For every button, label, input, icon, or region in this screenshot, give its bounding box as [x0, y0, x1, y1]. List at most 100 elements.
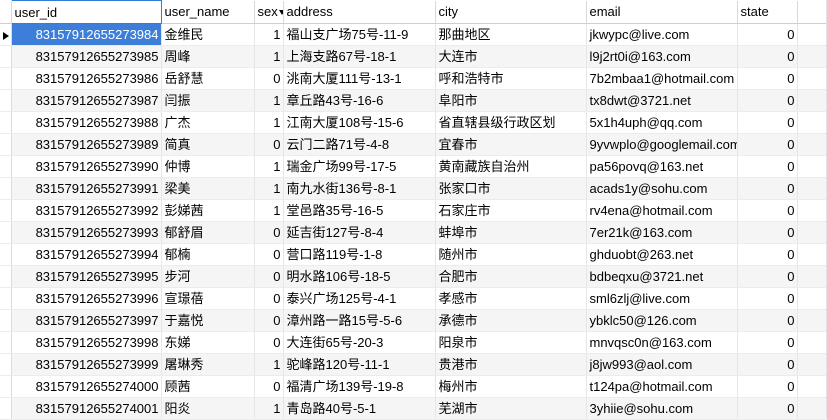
cell-user_name[interactable]: 周峰	[161, 45, 255, 68]
cell-sex[interactable]: 0	[254, 375, 284, 398]
cell-user_id[interactable]: 83157912655273986	[11, 67, 162, 90]
cell-address[interactable]: 青岛路40号-5-1	[283, 397, 436, 420]
cell-sex[interactable]: 0	[254, 243, 284, 266]
cell-address[interactable]: 泰兴广场125号-4-1	[283, 287, 436, 310]
cell-user_name[interactable]: 步河	[161, 265, 255, 288]
cell-state[interactable]: 0	[737, 243, 798, 266]
cell-state[interactable]: 0	[737, 199, 798, 222]
row-selector[interactable]	[0, 375, 12, 398]
cell-sex[interactable]: 0	[254, 265, 284, 288]
cell-user_id[interactable]: 83157912655273985	[11, 45, 162, 68]
cell-sex[interactable]: 0	[254, 287, 284, 310]
table-row[interactable]: 83157912655274001 阳炎 1 青岛路40号-5-1 芜湖市 3yhiie@…	[0, 397, 827, 420]
column-header-address[interactable]: address	[283, 0, 436, 24]
cell-address[interactable]: 上海支路67号-18-1	[283, 45, 436, 68]
cell-email[interactable]: pa56povq@163.net	[586, 155, 738, 178]
cell-state[interactable]: 0	[737, 353, 798, 376]
cell-sex[interactable]: 1	[254, 155, 284, 178]
row-selector[interactable]	[0, 309, 12, 332]
cell-sex[interactable]: 1	[254, 397, 284, 420]
cell-city[interactable]: 呼和浩特市	[435, 67, 587, 90]
cell-state[interactable]: 0	[737, 397, 798, 420]
cell-address[interactable]: 章丘路43号-16-6	[283, 89, 436, 112]
cell-address[interactable]: 福清广场139号-19-8	[283, 375, 436, 398]
cell-city[interactable]: 承德市	[435, 309, 587, 332]
cell-city[interactable]: 芜湖市	[435, 397, 587, 420]
table-row[interactable]: 83157912655273999 屠琳秀 1 驼峰路120号-11-1 贵港市 j8jw…	[0, 353, 827, 376]
table-row[interactable]: 83157912655273985 周峰 1 上海支路67号-18-1 大连市 l9j2r…	[0, 45, 827, 68]
cell-city[interactable]: 大连市	[435, 45, 587, 68]
cell-state[interactable]: 0	[737, 331, 798, 354]
cell-email[interactable]: jkwypc@live.com	[586, 23, 738, 46]
cell-address[interactable]: 福山支广场75号-11-9	[283, 23, 436, 46]
cell-address[interactable]: 瑞金广场99号-17-5	[283, 155, 436, 178]
cell-address[interactable]: 洮南大厦111号-13-1	[283, 67, 436, 90]
cell-user_name[interactable]: 郁楠	[161, 243, 255, 266]
cell-user_id[interactable]: 83157912655273984	[11, 23, 162, 46]
cell-state[interactable]: 0	[737, 23, 798, 46]
table-row[interactable]: 83157912655273990 仲博 1 瑞金广场99号-17-5 黄南藏族自治州 p…	[0, 155, 827, 178]
table-row[interactable]: 83157912655273993 郁舒眉 0 延吉街127号-8-4 蚌埠市 7er21…	[0, 221, 827, 244]
table-row[interactable]: 83157912655273987 闫振 1 章丘路43号-16-6 阜阳市 tx8dwt…	[0, 89, 827, 112]
cell-address[interactable]: 延吉街127号-8-4	[283, 221, 436, 244]
cell-email[interactable]: 5x1h4uph@qq.com	[586, 111, 738, 134]
cell-state[interactable]: 0	[737, 133, 798, 156]
cell-address[interactable]: 漳州路一路15号-5-6	[283, 309, 436, 332]
cell-sex[interactable]: 1	[254, 177, 284, 200]
cell-state[interactable]: 0	[737, 89, 798, 112]
cell-sex[interactable]: 0	[254, 221, 284, 244]
row-selector[interactable]	[0, 111, 12, 134]
table-row[interactable]: 83157912655273984 金维民 1 福山支广场75号-11-9 那曲地区 jk…	[0, 23, 827, 46]
cell-email[interactable]: 9yvwplo@googlemail.com	[586, 133, 738, 156]
cell-user_name[interactable]: 宣璟蓓	[161, 287, 255, 310]
column-header-email[interactable]: email	[586, 0, 738, 24]
cell-email[interactable]: ghduobt@263.net	[586, 243, 738, 266]
cell-state[interactable]: 0	[737, 265, 798, 288]
row-selector[interactable]	[0, 199, 12, 222]
cell-sex[interactable]: 0	[254, 133, 284, 156]
cell-email[interactable]: acads1y@sohu.com	[586, 177, 738, 200]
cell-city[interactable]: 阳泉市	[435, 331, 587, 354]
cell-user_id[interactable]: 83157912655273990	[11, 155, 162, 178]
cell-user_id[interactable]: 83157912655273989	[11, 133, 162, 156]
cell-sex[interactable]: 1	[254, 23, 284, 46]
cell-email[interactable]: 7b2mbaa1@hotmail.com	[586, 67, 738, 90]
cell-user_id[interactable]: 83157912655273992	[11, 199, 162, 222]
cell-user_name[interactable]: 阳炎	[161, 397, 255, 420]
cell-address[interactable]: 明水路106号-18-5	[283, 265, 436, 288]
cell-state[interactable]: 0	[737, 287, 798, 310]
cell-user_id[interactable]: 83157912655273991	[11, 177, 162, 200]
column-header-user_id[interactable]: user_id	[10, 0, 162, 24]
cell-address[interactable]: 堂邑路35号-16-5	[283, 199, 436, 222]
cell-user_name[interactable]: 顾茜	[161, 375, 255, 398]
cell-user_name[interactable]: 于嘉悦	[161, 309, 255, 332]
cell-address[interactable]: 大连街65号-20-3	[283, 331, 436, 354]
cell-city[interactable]: 随州市	[435, 243, 587, 266]
table-row[interactable]: 83157912655273986 岳舒慧 0 洮南大厦111号-13-1 呼和浩特市 7…	[0, 67, 827, 90]
row-selector[interactable]	[0, 89, 12, 112]
cell-address[interactable]: 云门二路71号-4-8	[283, 133, 436, 156]
cell-sex[interactable]: 1	[254, 111, 284, 134]
table-row[interactable]: 83157912655273995 步河 0 明水路106号-18-5 合肥市 bdbeq…	[0, 265, 827, 288]
cell-email[interactable]: t124pa@hotmail.com	[586, 375, 738, 398]
row-selector[interactable]	[0, 243, 12, 266]
cell-sex[interactable]: 0	[254, 309, 284, 332]
cell-city[interactable]: 黄南藏族自治州	[435, 155, 587, 178]
row-selector[interactable]	[0, 353, 12, 376]
cell-email[interactable]: 3yhiie@sohu.com	[586, 397, 738, 420]
cell-user_name[interactable]: 梁美	[161, 177, 255, 200]
cell-email[interactable]: tx8dwt@3721.net	[586, 89, 738, 112]
row-selector[interactable]	[0, 397, 12, 420]
cell-address[interactable]: 江南大厦108号-15-6	[283, 111, 436, 134]
cell-city[interactable]: 阜阳市	[435, 89, 587, 112]
cell-user_name[interactable]: 东娣	[161, 331, 255, 354]
cell-email[interactable]: rv4ena@hotmail.com	[586, 199, 738, 222]
table-row[interactable]: 83157912655273991 梁美 1 南九水街136号-8-1 张家口市 acad…	[0, 177, 827, 200]
table-row[interactable]: 83157912655273988 广杰 1 江南大厦108号-15-6 省直辖县级行政…	[0, 111, 827, 134]
cell-state[interactable]: 0	[737, 309, 798, 332]
cell-user_name[interactable]: 闫振	[161, 89, 255, 112]
cell-city[interactable]: 合肥市	[435, 265, 587, 288]
cell-user_id[interactable]: 83157912655273996	[11, 287, 162, 310]
cell-state[interactable]: 0	[737, 375, 798, 398]
row-selector[interactable]	[0, 45, 12, 68]
